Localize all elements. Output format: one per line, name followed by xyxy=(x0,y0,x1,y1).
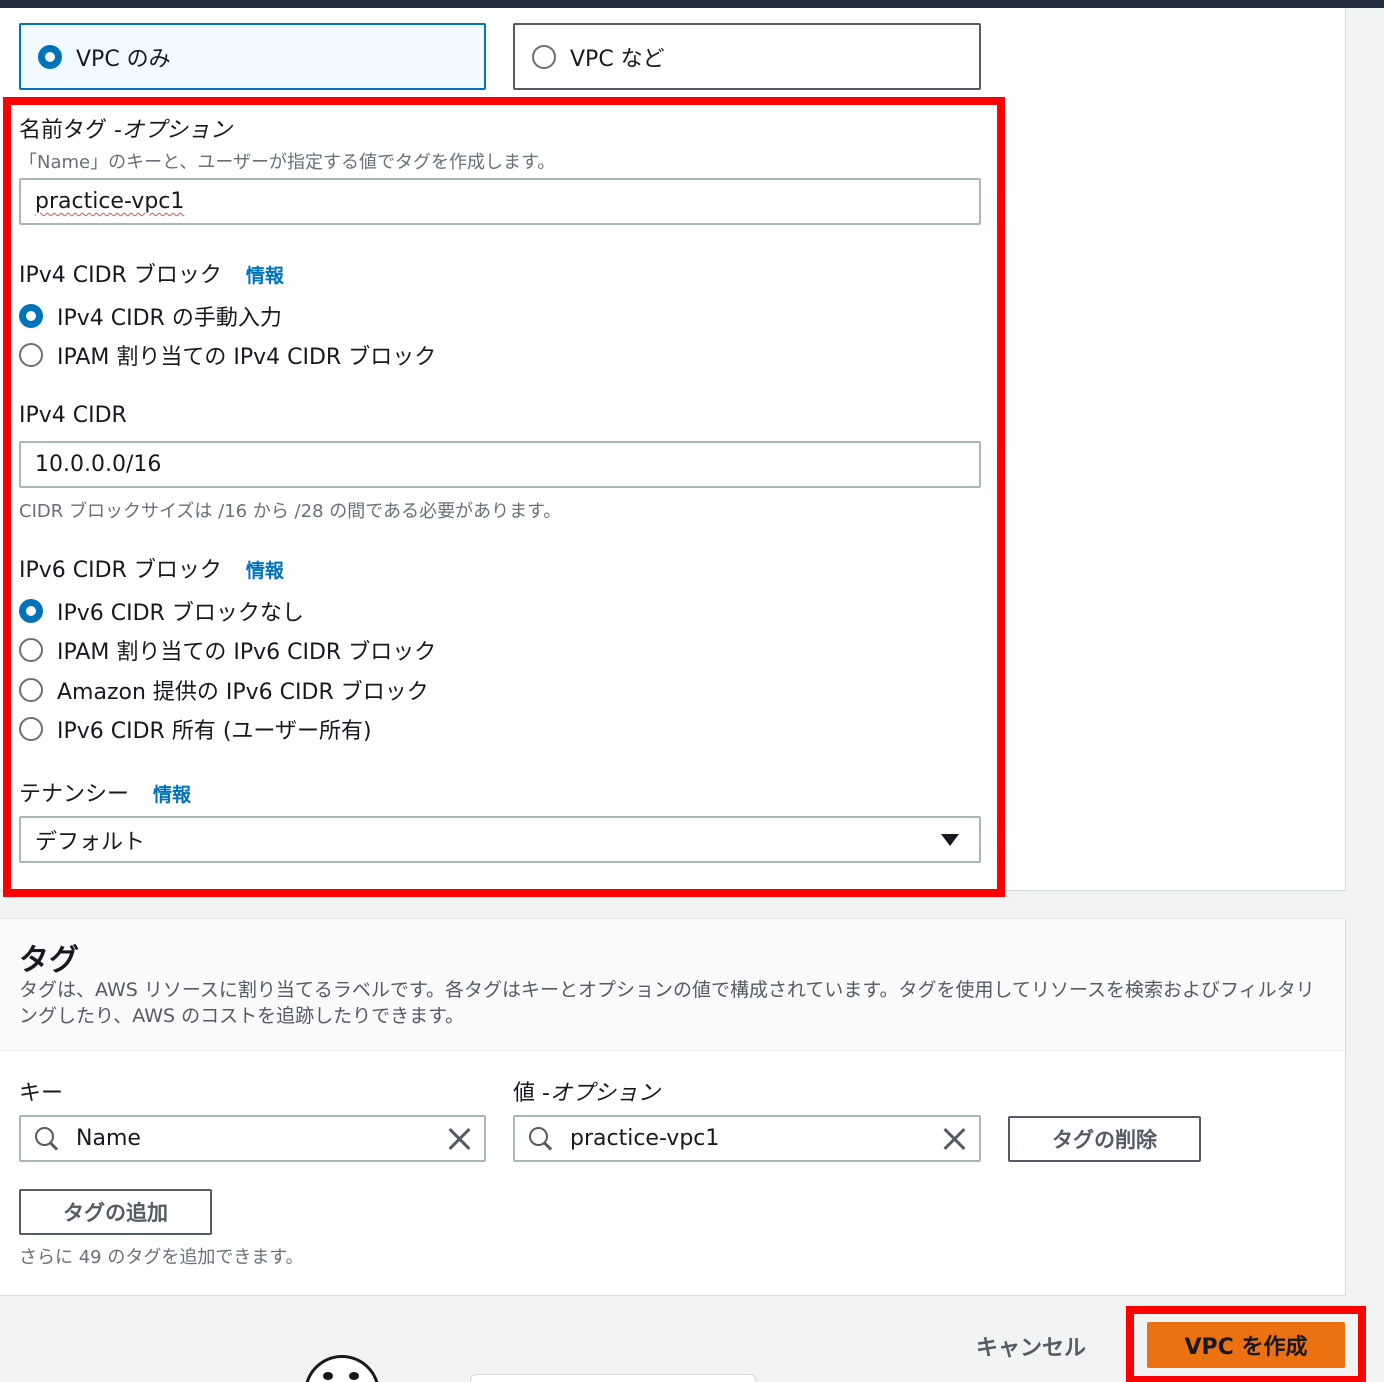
tag-key-value: Name xyxy=(76,1126,141,1151)
radio-vpc-only[interactable] xyxy=(38,44,62,69)
highlight-box-settings xyxy=(3,97,1005,897)
remove-tag-button[interactable]: タグの削除 xyxy=(1008,1116,1201,1162)
tile-vpc-only-label: VPC のみ xyxy=(76,46,171,72)
tags-title: タグ xyxy=(19,943,79,978)
mascot-avatar xyxy=(304,1355,380,1382)
radio-vpc-and-more[interactable] xyxy=(532,44,556,69)
tag-key-input[interactable]: Name xyxy=(19,1115,486,1162)
tags-header: タグ タグは、AWS リソースに割り当てるラベルです。各タグはキーとオプションの… xyxy=(0,919,1345,1051)
tags-description: タグは、AWS リソースに割り当てるラベルです。各タグはキーとオプションの値で構… xyxy=(19,979,1315,1027)
tag-key-label: キー xyxy=(19,1081,64,1106)
tile-vpc-and-more[interactable]: VPC など xyxy=(513,23,981,90)
add-tag-button[interactable]: タグの追加 xyxy=(19,1189,212,1235)
clear-icon[interactable] xyxy=(446,1126,472,1152)
tile-vpc-only[interactable]: VPC のみ xyxy=(19,23,486,90)
tag-value-input[interactable]: practice-vpc1 xyxy=(513,1115,981,1162)
tag-value-value: practice-vpc1 xyxy=(570,1126,720,1151)
clear-icon[interactable] xyxy=(941,1126,967,1152)
tags-panel: タグ タグは、AWS リソースに割り当てるラベルです。各タグはキーとオプションの… xyxy=(0,918,1346,1296)
highlight-box-create xyxy=(1126,1306,1366,1382)
search-icon xyxy=(529,1126,553,1151)
top-bar xyxy=(0,0,1384,8)
cancel-button[interactable]: キャンセル xyxy=(976,1330,1086,1362)
tags-remaining-hint: さらに 49 のタグを追加できます。 xyxy=(19,1247,304,1268)
tile-vpc-and-more-label: VPC など xyxy=(570,46,665,72)
tag-value-label: 値 - オプション xyxy=(513,1081,660,1106)
partial-card xyxy=(470,1374,756,1382)
search-icon xyxy=(35,1126,59,1151)
